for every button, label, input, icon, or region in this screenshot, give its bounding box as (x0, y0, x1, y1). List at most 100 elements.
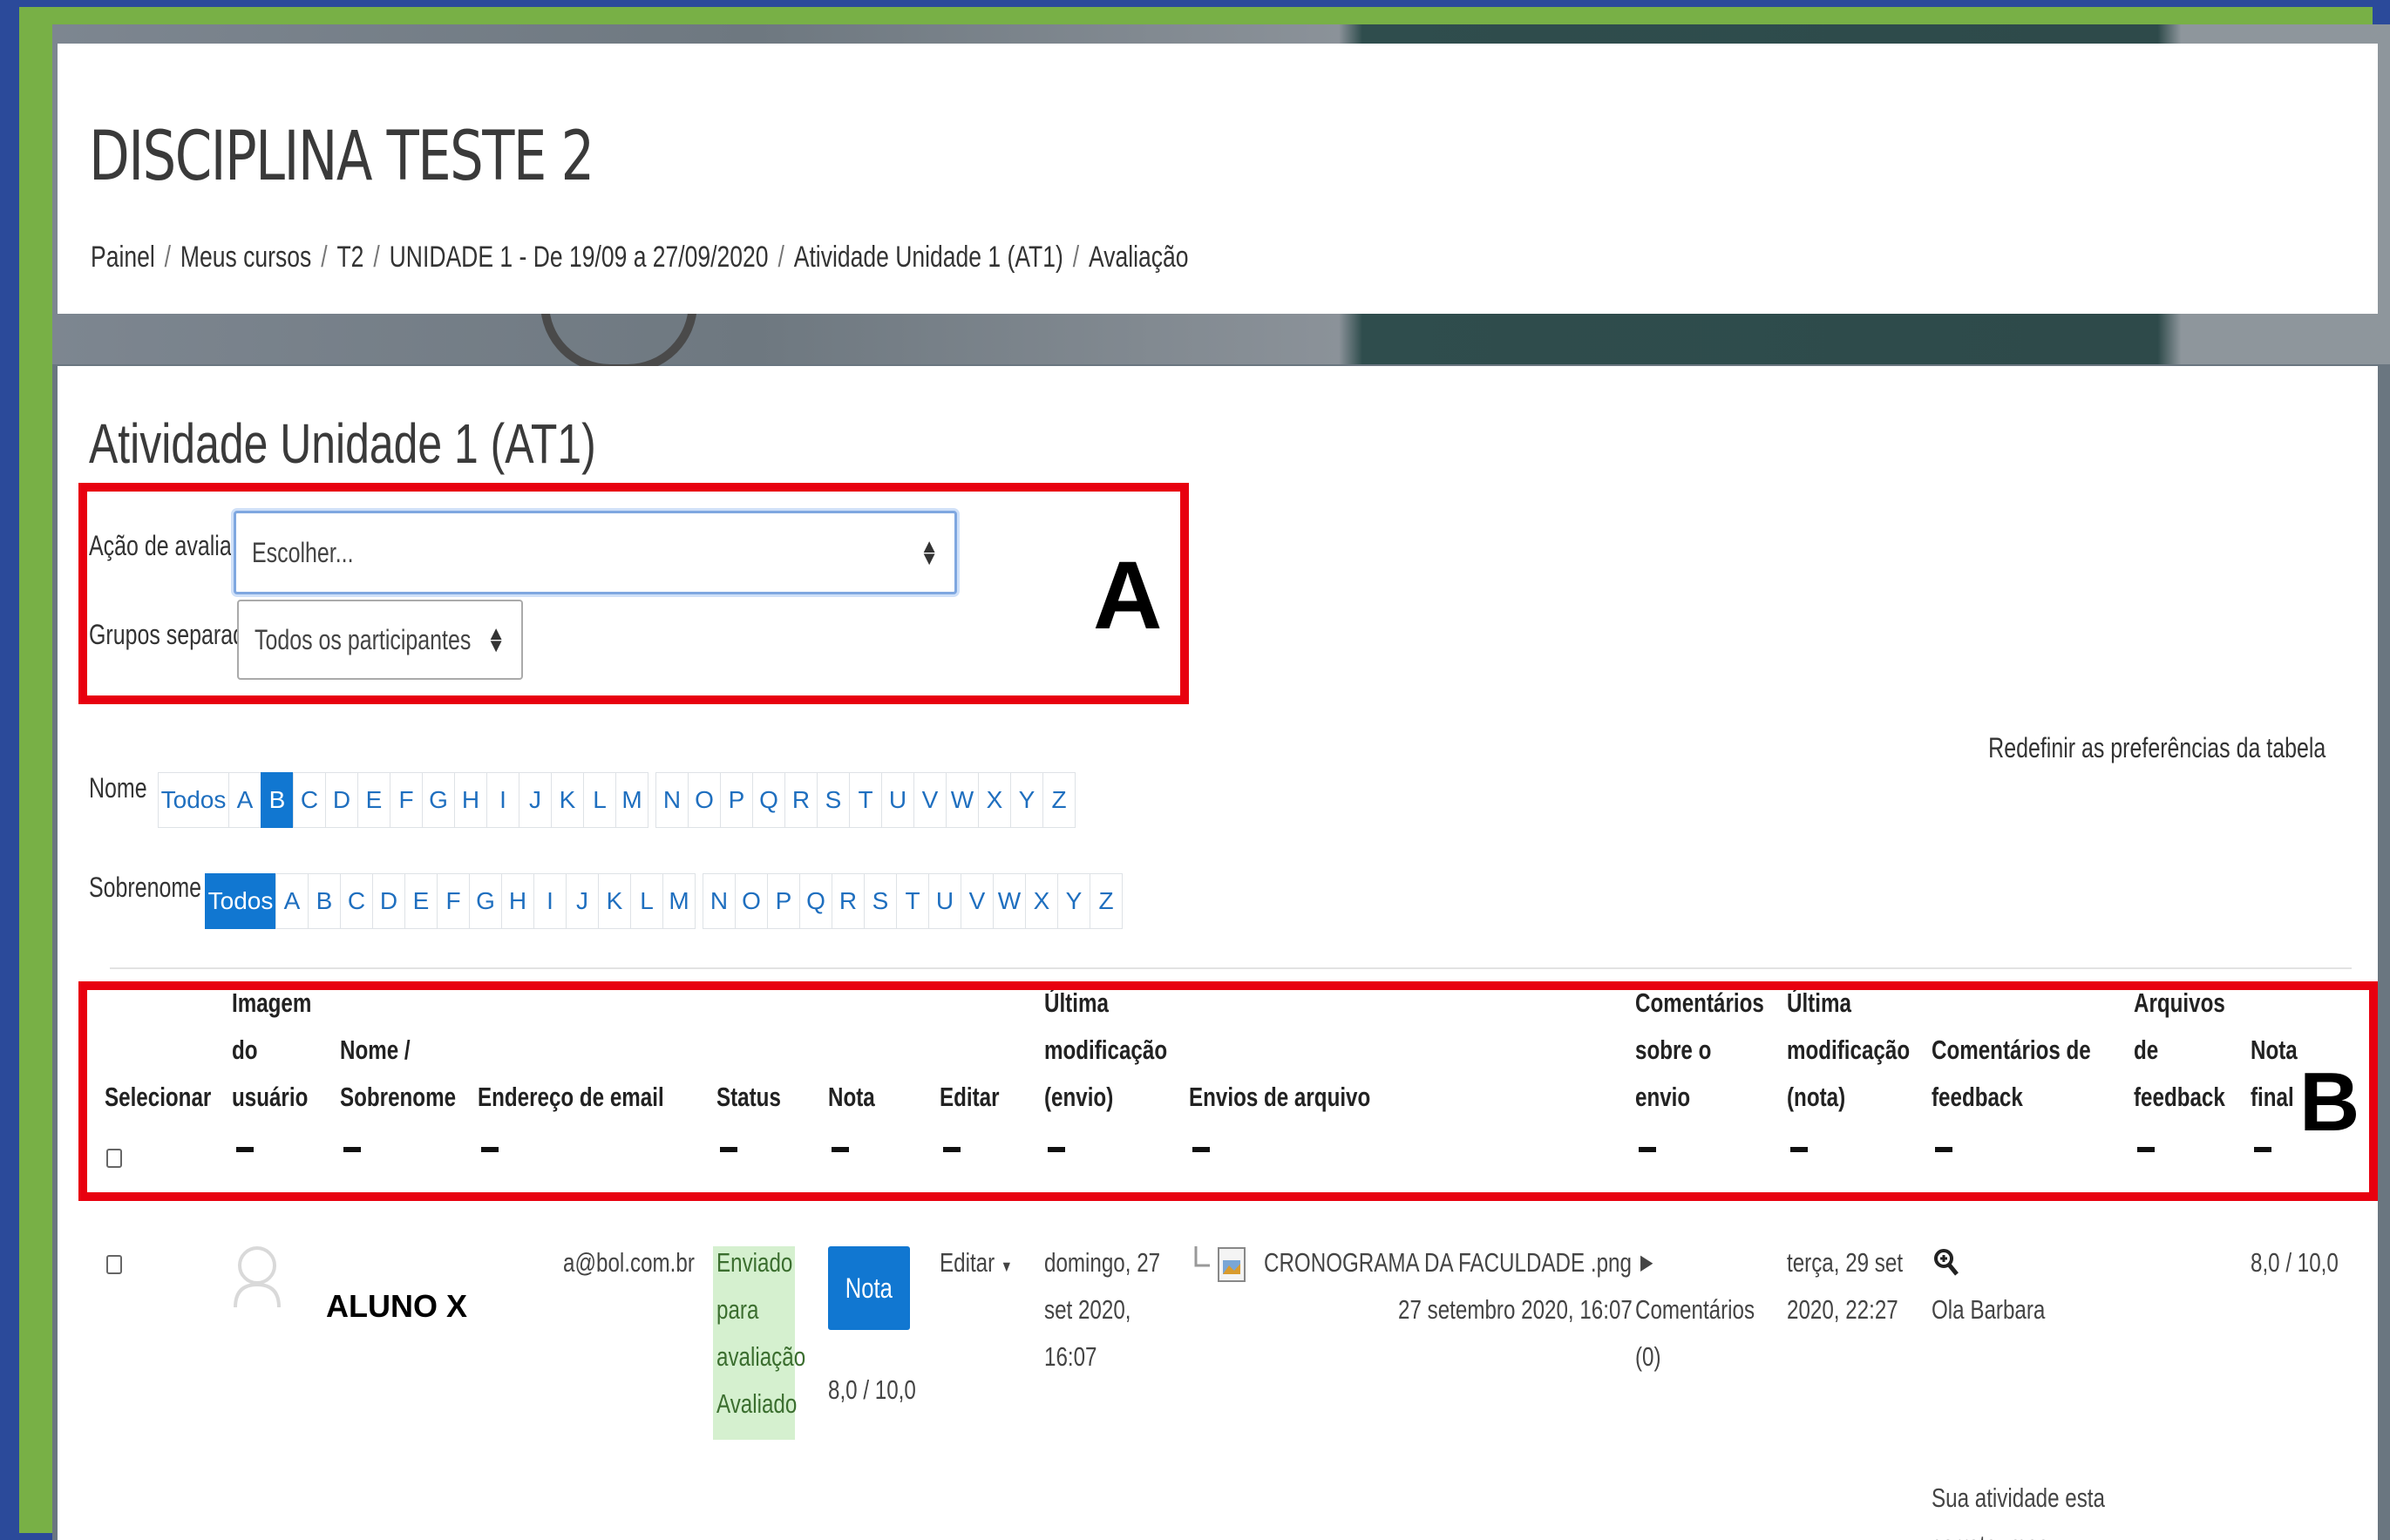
last-name-initial-v[interactable]: V (961, 873, 994, 929)
comments-link[interactable]: Comentários (1635, 1286, 1755, 1333)
first-name-initial-n[interactable]: N (655, 772, 689, 828)
first-name-filter-label: Nome (89, 772, 147, 804)
first-name-initial-f[interactable]: F (390, 772, 423, 828)
first-name-initial-o[interactable]: O (688, 772, 721, 828)
last-name-initial-todos[interactable]: Todos (205, 873, 276, 929)
file-link[interactable]: CRONOGRAMA DA FACULDADE .png (1264, 1239, 1632, 1286)
last-name-initial-g[interactable]: G (469, 873, 502, 929)
last-name-initial-h[interactable]: H (501, 873, 534, 929)
last-name-initial-n[interactable]: N (703, 873, 736, 929)
grade-button[interactable]: Nota (828, 1246, 910, 1330)
file-date: 27 setembro 2020, 16:07 (1398, 1294, 1633, 1325)
breadcrumb-separator: / (321, 241, 328, 274)
first-name-initial-w[interactable]: W (946, 772, 979, 828)
first-name-initial-z[interactable]: Z (1042, 772, 1076, 828)
first-name-initial-h[interactable]: H (454, 772, 487, 828)
last-name-initial-q[interactable]: Q (799, 873, 832, 929)
breadcrumb-separator: / (1072, 241, 1080, 274)
first-name-initial-b[interactable]: B (261, 772, 294, 828)
last-name-initial-p[interactable]: P (767, 873, 800, 929)
caret-down-icon: ▼ (1000, 1258, 1013, 1275)
last-name-initial-k[interactable]: K (598, 873, 631, 929)
last-name-initial-l[interactable]: L (630, 873, 663, 929)
row-select-checkbox[interactable] (106, 1255, 122, 1274)
image-file-icon (1218, 1247, 1246, 1282)
last-name-initial-u[interactable]: U (928, 873, 961, 929)
first-name-initial-y[interactable]: Y (1010, 772, 1043, 828)
last-name-initial-x[interactable]: X (1025, 873, 1058, 929)
course-header: DISCIPLINA TESTE 2 Painel / Meus cursos / T2… (58, 44, 2378, 314)
last-name-initial-d[interactable]: D (372, 873, 405, 929)
breadcrumb: Painel / Meus cursos / T2/UNIDADE 1 - De 19/… (91, 241, 1189, 275)
first-name-initial-q[interactable]: Q (752, 772, 785, 828)
breadcrumb-unidade[interactable]: UNIDADE 1 - De 19/09 a 27/09/2020 (390, 241, 769, 274)
last-name-initial-e[interactable]: E (404, 873, 438, 929)
comments-count: (0) (1635, 1341, 1661, 1372)
last-name-initials-bar: Todos A B C D E F G H I J K L M N O P Q R S T U V W X Y Z (205, 873, 1123, 929)
first-name-initial-m[interactable]: M (615, 772, 648, 828)
edit-menu-label: Editar (940, 1247, 995, 1278)
first-name-initial-j[interactable]: J (519, 772, 552, 828)
last-name-initial-y[interactable]: Y (1057, 873, 1090, 929)
status-line-4: Avaliado (716, 1388, 798, 1419)
first-name-initial-v[interactable]: V (913, 772, 947, 828)
last-name-initial-w[interactable]: W (993, 873, 1026, 929)
status-line-2: para (716, 1294, 759, 1325)
first-name-initial-r[interactable]: R (784, 772, 818, 828)
zoom-in-icon[interactable] (1933, 1248, 1959, 1278)
breadcrumb-separator: / (164, 241, 172, 274)
first-name-initial-u[interactable]: U (881, 772, 914, 828)
first-name-initial-c[interactable]: C (293, 772, 326, 828)
final-grade-value: 8,0 / 10,0 (2251, 1247, 2339, 1278)
first-name-initial-e[interactable]: E (357, 772, 390, 828)
first-name-initials-bar: Todos A B C D E F G H I J K L M N O P Q R S T U V W X Y Z (158, 772, 1076, 828)
first-name-initial-p[interactable]: P (720, 772, 753, 828)
first-name-initial-s[interactable]: S (817, 772, 850, 828)
student-email: a@bol.com.br (563, 1247, 695, 1278)
last-mod-sub-1: domingo, 27 (1044, 1247, 1161, 1278)
reset-table-preferences-link[interactable]: Redefinir as preferências da tabela (1988, 732, 2325, 764)
first-name-initial-todos[interactable]: Todos (158, 772, 229, 828)
breadcrumb-meus-cursos[interactable]: Meus cursos (180, 241, 311, 274)
last-name-filter-label: Sobrenome (89, 872, 202, 903)
feedback-line-5: Sua atividade esta (1932, 1482, 2105, 1513)
feedback-line-1: Ola Barbara (1932, 1294, 2046, 1325)
first-name-initial-t[interactable]: T (849, 772, 882, 828)
first-name-initial-k[interactable]: K (551, 772, 584, 828)
first-name-initial-x[interactable]: X (978, 772, 1011, 828)
status-line-1: Enviado (716, 1247, 793, 1278)
expand-comments-icon[interactable]: ▶ (1640, 1239, 1653, 1286)
main-content: Atividade Unidade 1 (AT1) Ação de avalia… (58, 366, 2378, 1540)
last-name-initial-o[interactable]: O (735, 873, 768, 929)
last-name-initial-m[interactable]: M (662, 873, 696, 929)
user-avatar-icon (234, 1246, 281, 1308)
page: DISCIPLINA TESTE 2 Painel / Meus cursos / T2… (52, 24, 2390, 1540)
breadcrumb-t2[interactable]: T2 (336, 241, 363, 274)
annotation-box-b (78, 981, 2378, 1201)
last-name-initial-b[interactable]: B (308, 873, 341, 929)
last-name-initial-s[interactable]: S (864, 873, 897, 929)
first-name-initial-l[interactable]: L (583, 772, 616, 828)
breadcrumb-atividade[interactable]: Atividade Unidade 1 (AT1) (794, 241, 1063, 274)
student-name[interactable]: ALUNO X (326, 1288, 467, 1325)
breadcrumb-separator: / (777, 241, 784, 274)
last-name-initial-j[interactable]: J (566, 873, 599, 929)
last-name-initial-i[interactable]: I (533, 873, 567, 929)
last-name-initial-f[interactable]: F (437, 873, 470, 929)
first-name-initial-d[interactable]: D (325, 772, 358, 828)
annotation-label-b: B (2299, 1055, 2360, 1149)
last-name-initial-z[interactable]: Z (1090, 873, 1123, 929)
first-name-initial-g[interactable]: G (422, 772, 455, 828)
breadcrumb-painel[interactable]: Painel (91, 241, 155, 274)
last-mod-grade-1: terça, 29 set (1787, 1247, 1904, 1278)
annotation-box-a (78, 483, 1189, 704)
last-name-initial-t[interactable]: T (896, 873, 929, 929)
last-name-initial-a[interactable]: A (275, 873, 309, 929)
breadcrumb-avaliacao[interactable]: Avaliação (1089, 241, 1189, 274)
first-name-initial-a[interactable]: A (228, 772, 261, 828)
grade-button-label: Nota (845, 1272, 893, 1304)
last-name-initial-c[interactable]: C (340, 873, 373, 929)
last-name-initial-r[interactable]: R (832, 873, 865, 929)
edit-menu[interactable]: Editar ▼ (940, 1239, 1013, 1290)
first-name-initial-i[interactable]: I (486, 772, 519, 828)
